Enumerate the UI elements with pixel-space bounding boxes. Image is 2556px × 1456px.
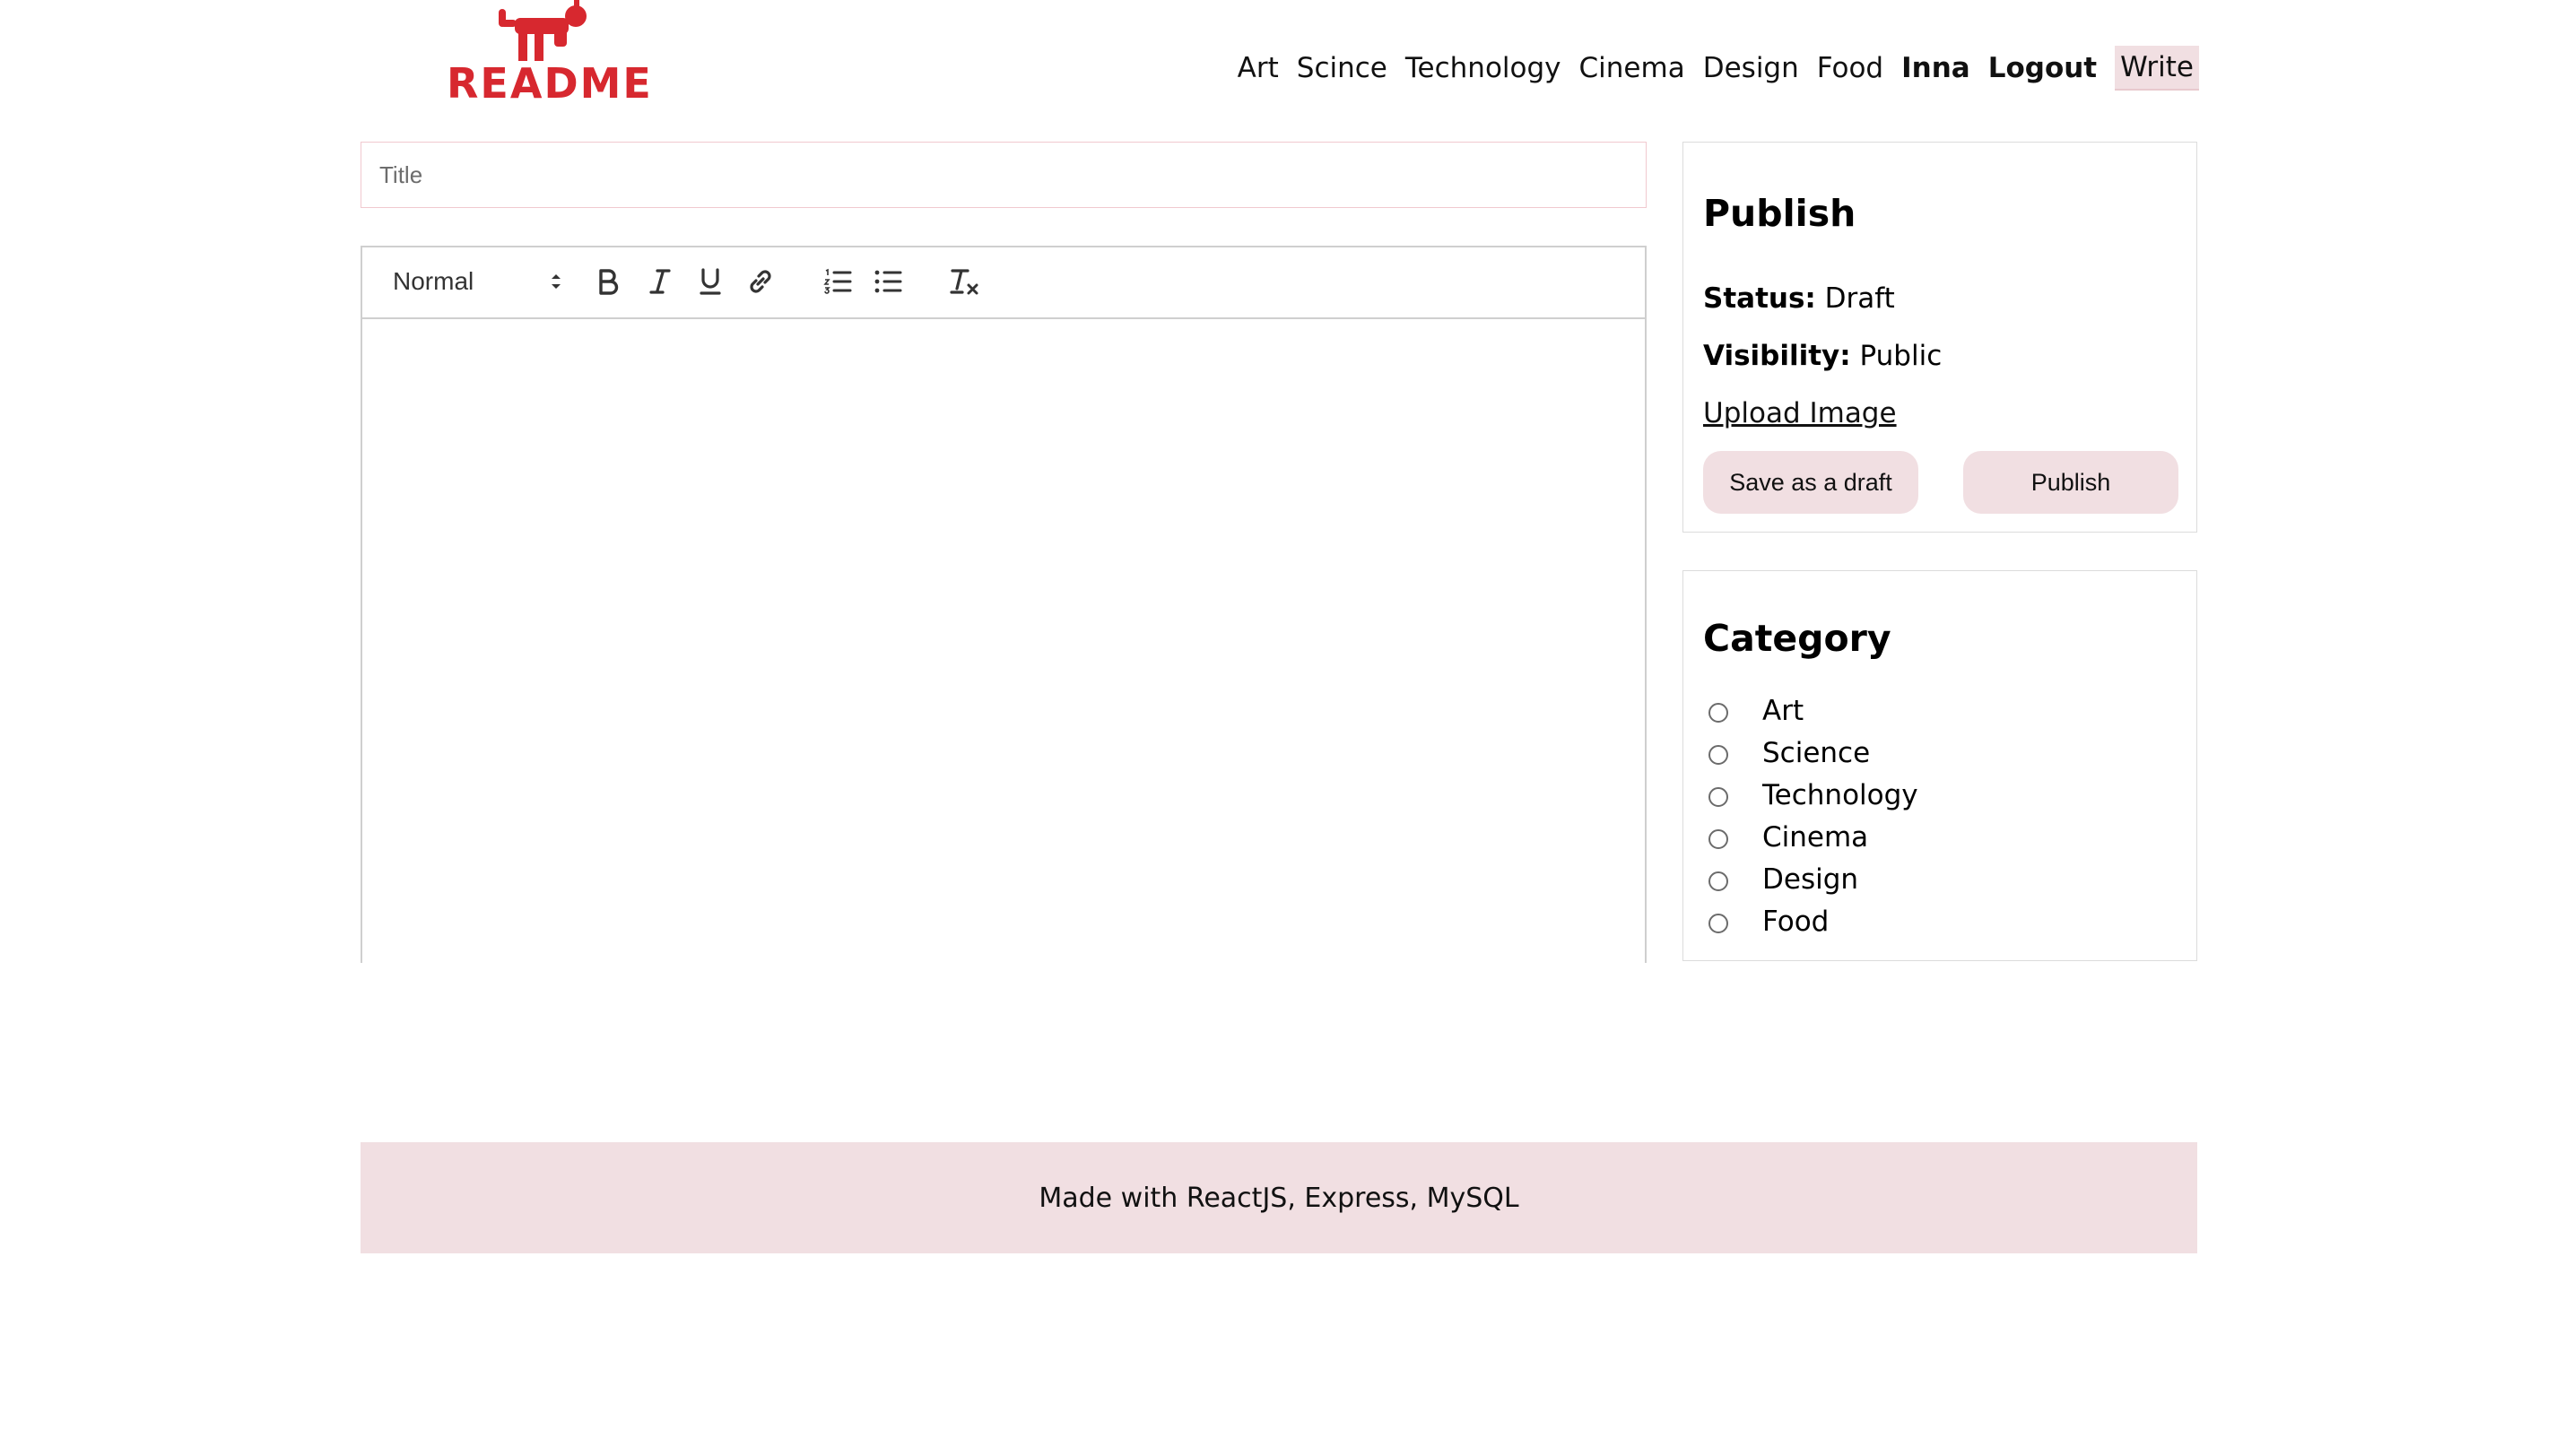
category-radio[interactable]: [1708, 871, 1728, 891]
visibility-row: Visibility: Public: [1703, 338, 1942, 374]
logout-link[interactable]: Logout: [1988, 47, 2097, 90]
category-label: Cinema: [1762, 820, 1869, 854]
underline-icon: [700, 268, 721, 295]
underline-button[interactable]: [692, 264, 728, 299]
italic-button[interactable]: [642, 264, 678, 299]
format-select[interactable]: Normal: [393, 264, 563, 299]
editor-content-area[interactable]: [362, 319, 1645, 963]
category-label: Technology: [1762, 778, 1918, 811]
nav-link-food[interactable]: Food: [1817, 47, 1883, 90]
category-item-cinema[interactable]: Cinema: [1708, 816, 1918, 858]
visibility-label: Visibility:: [1703, 340, 1851, 372]
publish-heading: Publish: [1703, 192, 1856, 235]
category-panel: Category Art Science Technology Cinema D…: [1682, 570, 2197, 961]
nav-link-science[interactable]: Scince: [1297, 47, 1387, 90]
updown-chevron-icon: [552, 274, 561, 289]
rich-text-editor: Normal: [361, 246, 1647, 963]
write-link[interactable]: Write: [2115, 46, 2199, 91]
category-label: Art: [1762, 694, 1804, 727]
category-item-design[interactable]: Design: [1708, 858, 1918, 900]
format-select-value: Normal: [393, 267, 474, 295]
site-footer: Made with ReactJS, Express, MySQL: [361, 1142, 2197, 1253]
category-item-art[interactable]: Art: [1708, 689, 1918, 732]
publish-panel: Publish Status: Draft Visibility: Public…: [1682, 142, 2197, 533]
category-radio[interactable]: [1708, 786, 1728, 807]
clear-format-icon: [950, 269, 978, 295]
category-radio[interactable]: [1708, 913, 1728, 933]
ordered-list-button[interactable]: [820, 264, 856, 299]
category-label: Design: [1762, 862, 1859, 896]
bullet-list-button[interactable]: [870, 264, 906, 299]
status-value: Draft: [1824, 282, 1895, 315]
link-icon: [750, 270, 771, 293]
nav-link-design[interactable]: Design: [1703, 47, 1799, 90]
link-button[interactable]: [743, 264, 778, 299]
monkey-logo-icon: [499, 0, 587, 61]
title-input[interactable]: [361, 142, 1647, 208]
save-draft-button[interactable]: Save as a draft: [1703, 451, 1918, 514]
category-item-food[interactable]: Food: [1708, 900, 1918, 942]
publish-button[interactable]: Publish: [1963, 451, 2178, 514]
visibility-value: Public: [1859, 340, 1943, 372]
italic-icon: [649, 269, 671, 294]
category-heading: Category: [1703, 617, 1891, 660]
bold-button[interactable]: [590, 264, 626, 299]
status-label: Status:: [1703, 282, 1816, 315]
category-list: Art Science Technology Cinema Design Foo…: [1708, 689, 1918, 942]
nav-link-art[interactable]: Art: [1238, 47, 1279, 90]
status-row: Status: Draft: [1703, 281, 1895, 316]
nav-link-technology[interactable]: Technology: [1405, 47, 1561, 90]
bullet-list-icon: [874, 270, 902, 293]
logo-text: README: [447, 59, 653, 108]
editor-toolbar: Normal: [362, 247, 1645, 319]
footer-text: Made with ReactJS, Express, MySQL: [1039, 1182, 1519, 1214]
upload-image-link[interactable]: Upload Image: [1703, 395, 1897, 431]
category-item-science[interactable]: Science: [1708, 732, 1918, 774]
nav-username: Inna: [1901, 52, 1970, 84]
clear-format-button[interactable]: [947, 264, 983, 299]
category-radio[interactable]: [1708, 828, 1728, 849]
category-radio[interactable]: [1708, 744, 1728, 765]
ordered-list-icon: [823, 268, 852, 294]
category-label: Food: [1762, 905, 1830, 938]
category-radio[interactable]: [1708, 702, 1728, 723]
category-item-technology[interactable]: Technology: [1708, 774, 1918, 816]
nav-link-cinema[interactable]: Cinema: [1579, 47, 1685, 90]
site-logo[interactable]: README: [441, 0, 651, 109]
bold-icon: [599, 269, 619, 295]
category-label: Science: [1762, 736, 1871, 769]
main-nav: Art Scince Technology Cinema Design Food…: [1238, 46, 2199, 91]
